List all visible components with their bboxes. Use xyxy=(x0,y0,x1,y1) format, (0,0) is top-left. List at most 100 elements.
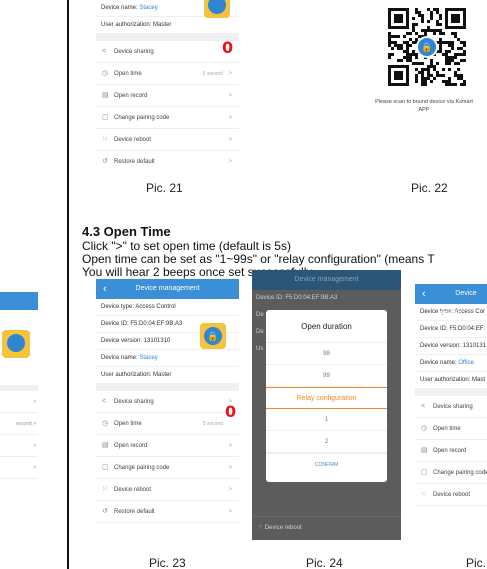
menu-label: Restore default xyxy=(114,509,155,515)
caption-pic22: Pic. 22 xyxy=(411,181,448,195)
menu-label: Change pairing code xyxy=(433,470,487,476)
menu-label: Device reboot xyxy=(114,487,152,493)
menu-icon: < xyxy=(421,403,426,410)
open-duration-dialog: Open duration 98 99 Relay configuration … xyxy=(266,310,387,482)
menu-row[interactable]: ◷ Open time 5 second > xyxy=(96,63,239,85)
menu-row[interactable]: < Device sharing xyxy=(415,396,487,418)
info-line: Device type: Access Control xyxy=(96,299,239,316)
info-line: User authorization: Master xyxy=(96,367,239,384)
info-line: Device name: Office xyxy=(415,355,487,372)
duration-option[interactable]: 1 xyxy=(266,409,387,431)
section-heading: 4.3 Open Time xyxy=(82,224,171,239)
menu-label: Open record xyxy=(114,93,148,99)
menu-row[interactable]: ▤ Open record > xyxy=(96,435,239,457)
menu-row[interactable]: ◷ Open time 5 second xyxy=(96,413,239,435)
menu-icon: ◷ xyxy=(102,70,109,77)
menu-icon: ▤ xyxy=(102,442,109,449)
menu-icon: ◷ xyxy=(421,425,428,432)
caption-pic21: Pic. 21 xyxy=(146,181,183,195)
menu-row[interactable]: ▤ Open record > xyxy=(96,85,239,107)
menu-row[interactable]: ↺ Restore default > xyxy=(96,501,239,523)
menu-icon: < xyxy=(102,398,107,405)
titlebar: ‹ Device management xyxy=(96,279,239,299)
duration-option[interactable]: 2 xyxy=(266,431,387,453)
confirm-button[interactable]: CONFIRM xyxy=(266,453,387,475)
annotation-mark: 0 xyxy=(222,38,234,57)
menu-icon: ⁙ xyxy=(102,136,108,143)
scan-instruction: Please scan to bound device via Ksmart A… xyxy=(375,99,473,113)
duration-option-selected[interactable]: Relay configuration xyxy=(266,387,387,409)
chevron-right-icon: > xyxy=(228,443,232,449)
menu-label: Open time xyxy=(114,71,142,77)
titlebar: Device management xyxy=(252,270,401,290)
menu-icon: ↺ xyxy=(102,508,108,515)
menu-label: Restore default xyxy=(114,159,155,165)
left-row[interactable]: second > xyxy=(0,413,38,435)
chevron-right-icon: > xyxy=(228,71,232,77)
page-divider-line xyxy=(67,0,69,569)
chevron-right-icon: > xyxy=(228,509,232,515)
menu-row[interactable]: ⁙ Device reboot xyxy=(415,484,487,506)
menu-row[interactable]: < Device sharing > xyxy=(96,391,239,413)
lock-icon: 🔒 xyxy=(416,36,438,58)
duration-option[interactable]: 99 xyxy=(266,365,387,387)
separator xyxy=(415,389,487,396)
duration-option[interactable]: 98 xyxy=(266,343,387,365)
menu-icon: < xyxy=(102,48,107,55)
menu-label: Device reboot xyxy=(433,492,471,498)
menu-icon: ⁙ xyxy=(102,486,108,493)
menu-icon: ▢ xyxy=(102,114,109,121)
menu-row[interactable]: ▤ Open record xyxy=(415,440,487,462)
chevron-right-icon: > xyxy=(228,487,232,493)
back-icon[interactable]: ‹ xyxy=(103,279,107,299)
chevron-right-icon: > xyxy=(228,115,232,121)
menu-label: Device reboot xyxy=(114,137,152,143)
menu-label: Open time xyxy=(433,426,461,432)
menu-row[interactable]: ⁙ Device reboot > xyxy=(96,479,239,501)
pic25-screen: ‹ Device manag Device type: Access Cor De… xyxy=(415,284,487,530)
menu-row[interactable]: ▢ Change pairing code > xyxy=(96,107,239,129)
info-line: Device ID: F5:D0:04:EF:9B:A3 xyxy=(256,295,338,301)
pic21-screen: Device name: Stacey User authorization: … xyxy=(96,0,239,168)
menu-icon: ▤ xyxy=(421,447,428,454)
menu-icon: ▢ xyxy=(421,469,428,476)
menu-label: Open time xyxy=(114,421,142,427)
back-icon[interactable]: ‹ xyxy=(422,284,426,304)
menu-icon: ↺ xyxy=(102,158,108,165)
lock-icon xyxy=(204,0,230,18)
left-screenshot-fragment: > second > > > xyxy=(0,0,67,569)
menu-row[interactable]: ◷ Open time xyxy=(415,418,487,440)
menu-label: Device sharing xyxy=(114,399,154,405)
chevron-right-icon: > xyxy=(228,465,232,471)
reboot-icon: ⁙ xyxy=(258,525,264,531)
menu-value: 5 second xyxy=(202,421,223,427)
caption-pic24: Pic. 24 xyxy=(306,556,343,569)
menu-row[interactable]: ⁙ Device reboot > xyxy=(96,129,239,151)
left-titlebar xyxy=(0,292,38,310)
lock-icon: 🔒 xyxy=(200,323,226,349)
lock-icon xyxy=(2,330,30,358)
chevron-right-icon: > xyxy=(228,159,232,165)
menu-value: 5 second xyxy=(202,71,223,77)
menu-row[interactable]: ▢ Change pairing code xyxy=(415,462,487,484)
menu-label: Device sharing xyxy=(433,404,473,410)
menu-icon: ▢ xyxy=(102,464,109,471)
annotation-mark: 0 xyxy=(225,402,237,421)
device-reboot-row: ⁙ Device reboot xyxy=(252,516,401,538)
caption-pic25: Pic. xyxy=(466,556,487,569)
left-row[interactable]: > xyxy=(0,435,38,457)
menu-icon: ◷ xyxy=(102,420,109,427)
info-line: Device name: Stacey xyxy=(96,350,239,367)
left-row[interactable]: > xyxy=(0,457,38,479)
menu-row[interactable]: ↺ Restore default > xyxy=(96,151,239,168)
menu-icon: ▤ xyxy=(102,92,109,99)
menu-row[interactable]: ▢ Change pairing code > xyxy=(96,457,239,479)
qr-code: 🔒 xyxy=(388,8,466,86)
left-row[interactable]: > xyxy=(0,391,38,413)
dialog-title: Open duration xyxy=(266,310,387,343)
menu-label: Change pairing code xyxy=(114,465,170,471)
separator xyxy=(96,384,239,391)
titlebar: ‹ Device manag xyxy=(415,284,487,317)
menu-row[interactable]: < Device sharing xyxy=(96,41,239,63)
info-line: Device version: 1310131 xyxy=(415,338,487,355)
